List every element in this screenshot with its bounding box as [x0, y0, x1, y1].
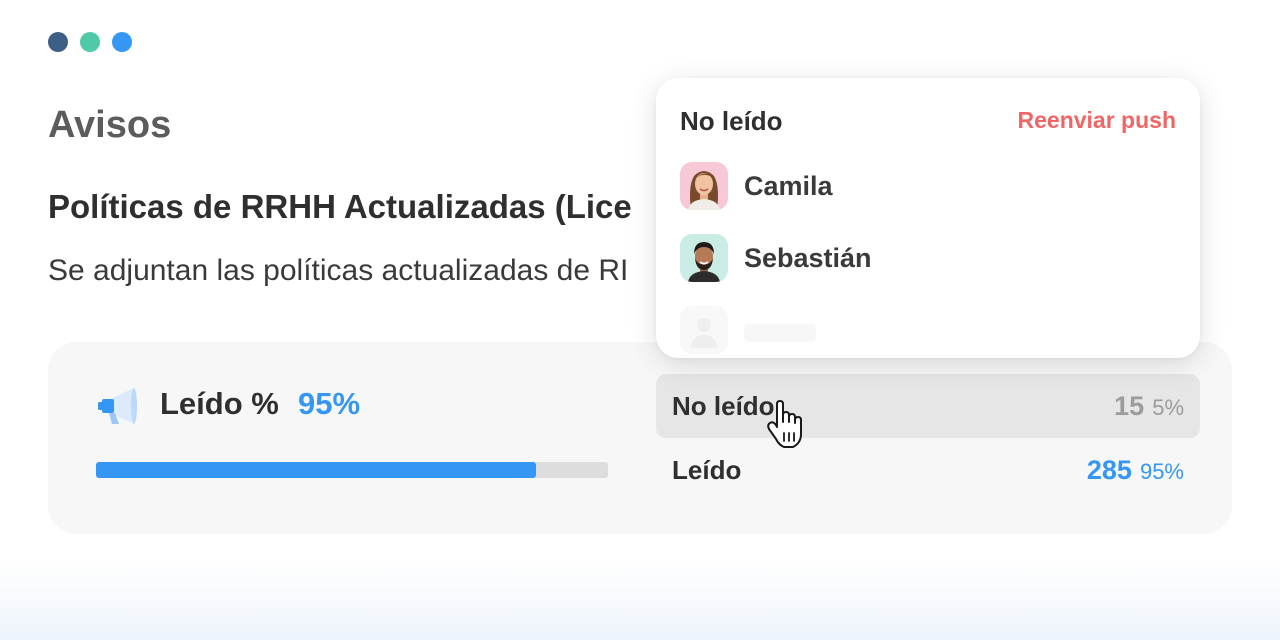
stat-row-read[interactable]: Leído 285 95%	[656, 438, 1200, 502]
stat-label: Leído	[672, 455, 742, 485]
stat-label: No leído	[672, 391, 775, 421]
resend-push-button[interactable]: Reenviar push	[1018, 107, 1177, 134]
megaphone-icon	[98, 388, 137, 424]
user-name: Camila	[744, 170, 833, 201]
user-name-placeholder	[744, 324, 816, 342]
read-percent-value: 95%	[298, 386, 361, 421]
stat-row-unread[interactable]: No leído 15 5%	[656, 374, 1200, 438]
avatar	[680, 162, 728, 210]
user-row-camila[interactable]: Camila	[680, 162, 833, 210]
user-name: Sebastián	[744, 242, 872, 273]
avatar	[680, 234, 728, 282]
read-progress-fill	[96, 462, 537, 478]
stat-count: 15	[1114, 391, 1145, 421]
window-dot-2[interactable]	[80, 32, 100, 52]
stat-values: 15 5%	[1114, 391, 1184, 422]
window-dot-3[interactable]	[112, 32, 132, 52]
window-controls	[48, 32, 132, 52]
page-title: Avisos	[48, 104, 172, 146]
user-placeholder-icon	[680, 306, 728, 354]
notice-body: Se adjuntan las políticas actualizadas d…	[48, 254, 629, 287]
hand-pointer-icon	[767, 400, 802, 448]
stat-count: 285	[1086, 455, 1132, 485]
stat-percent: 95%	[1139, 459, 1184, 484]
stat-values: 285 95%	[1087, 455, 1184, 486]
stat-percent: 5%	[1152, 395, 1184, 420]
window-dot-1[interactable]	[48, 32, 68, 52]
unread-users-popover: No leído Reenviar push Camila Sebastián	[656, 78, 1200, 358]
user-row-placeholder	[680, 306, 816, 354]
user-row-sebastian[interactable]: Sebastián	[680, 234, 872, 282]
read-percent-label: Leído %	[160, 386, 279, 421]
popover-title: No leído	[680, 106, 783, 136]
notice-title: Políticas de RRHH Actualizadas (Lice	[48, 188, 632, 225]
read-progress-bar	[96, 462, 608, 478]
